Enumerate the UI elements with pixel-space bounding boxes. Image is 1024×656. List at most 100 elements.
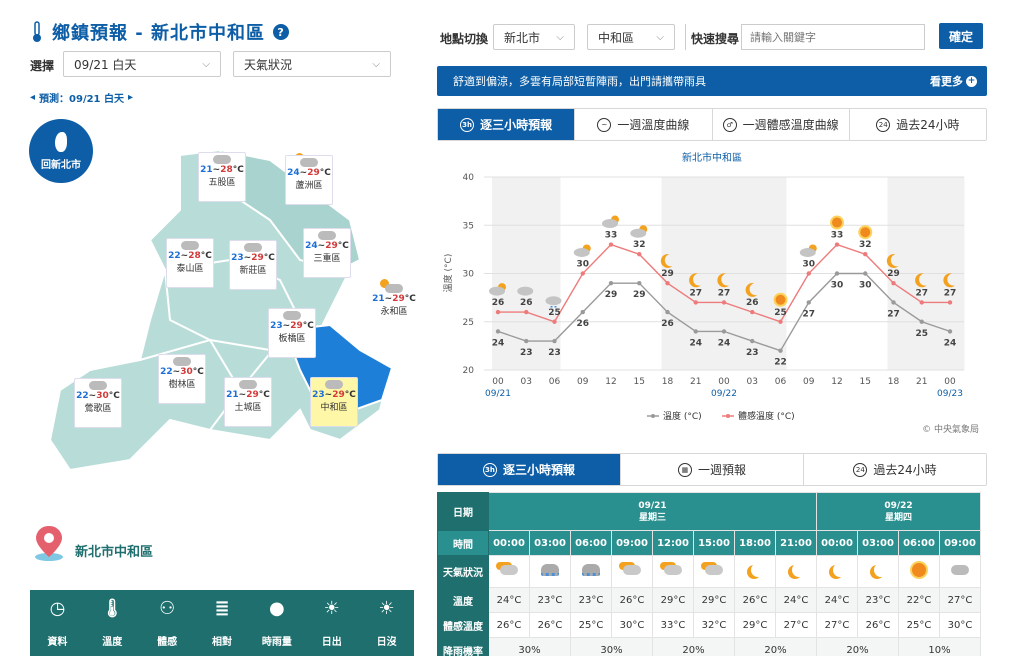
data-label: 27 <box>916 288 929 298</box>
chevron-down-icon: ⌵ <box>202 58 210 70</box>
x-tick-label: 12 <box>831 377 842 387</box>
temperature-chart: 新北市中和區 20 25 30 35 40 溫度 (°C) 00 03 06 09 12 15 18 21 0… <box>442 151 979 435</box>
weather-icon <box>792 563 806 577</box>
cloud-sun-icon <box>234 375 257 389</box>
page-title: 鄉鎮預報 - 新北市中和區 <box>52 23 266 44</box>
data-point <box>495 309 501 315</box>
cloud-sun-icon <box>208 150 231 164</box>
confirm-button[interactable]: 確定 <box>939 23 983 49</box>
tab-0[interactable]: 3h 逐三小時預報 <box>438 109 576 140</box>
district-select[interactable]: 中和區 ⌵ <box>587 24 675 50</box>
tab-3[interactable]: 24 過去24小時 <box>850 109 986 140</box>
3h-icon: 3h <box>460 117 475 132</box>
district-card[interactable]: 22~28°C 泰山區 <box>166 236 214 288</box>
table-cell: 23°C <box>570 587 612 613</box>
x-tick-label: 18 <box>888 377 900 387</box>
data-type-label: 日沒 <box>376 637 397 648</box>
tab-icon: 24 <box>853 462 868 477</box>
weather-icon <box>664 565 682 575</box>
tab-2[interactable]: ♂ 一週體感溫度曲線 <box>713 109 850 140</box>
data-type-cell[interactable]: 🌡 溫度 <box>85 590 140 656</box>
tab-label: 一週溫度曲線 <box>617 118 690 132</box>
district-temp: 23~29°C <box>231 253 275 263</box>
data-label: 26 <box>746 298 759 308</box>
x-tick-label: 21 <box>690 377 701 387</box>
data-label: 27 <box>887 309 900 319</box>
district-card[interactable]: 21~29°C 土城區 <box>224 375 272 427</box>
24h-icon: 24 <box>876 117 891 132</box>
district-card[interactable]: 22~30°C 鶯歌區 <box>74 376 122 428</box>
data-type-cell[interactable]: ☀ 日沒 <box>359 590 414 656</box>
data-type-cell[interactable]: ⚇ 體感 <box>140 590 195 656</box>
table-cell: 12:00 <box>652 530 694 556</box>
data-type-icon: ⚇ <box>159 598 176 619</box>
tab-0[interactable]: 3h 逐三小時預報 <box>438 454 621 485</box>
forecast-nav[interactable]: ◂ 預測：09/21 白天 ▸ <box>30 90 133 105</box>
cloud-icon <box>573 248 590 257</box>
y-tick-label: 35 <box>463 221 474 231</box>
help-icon[interactable]: ? <box>273 24 290 40</box>
table-cell: 29°C <box>652 587 694 613</box>
district-card[interactable]: 24~29°C 三重區 <box>303 226 351 278</box>
district-temp: 22~28°C <box>168 251 212 261</box>
next-icon[interactable]: ▸ <box>128 92 133 103</box>
data-point <box>750 309 755 315</box>
sun-icon <box>773 292 788 307</box>
back-to-city-button[interactable]: 回新北市 <box>29 119 93 183</box>
district-card[interactable]: 24~29°C 蘆洲區 <box>285 153 333 205</box>
data-type-cell[interactable]: ◷ 資料 <box>30 590 85 656</box>
cloud-sun-icon <box>168 352 191 366</box>
tab-1[interactable]: ▦ 一週預報 <box>621 454 804 485</box>
district-name: 土城區 <box>234 403 262 413</box>
x-date-label: 09/22 <box>711 389 737 399</box>
cloud-sun-icon <box>320 375 343 389</box>
tab-label: 過去24小時 <box>896 118 960 132</box>
district-card[interactable]: 22~30°C 樹林區 <box>158 352 206 404</box>
tab-2[interactable]: 24 過去24小時 <box>804 454 986 485</box>
table-cell: 09:00 <box>611 530 653 556</box>
prev-icon[interactable]: ◂ <box>30 92 35 103</box>
forecast-table-wrap[interactable]: 日期 09/21 星期三 09/22 星期四 時間 00:00 03:00 06:00 09:00… <box>437 492 987 656</box>
data-label: 23 <box>548 348 561 358</box>
tab-label: 一週預報 <box>697 463 746 477</box>
table-cell: 22°C <box>898 587 940 613</box>
x-tick-label: 18 <box>662 377 674 387</box>
plus-circle-icon: + <box>966 75 977 87</box>
table-cell <box>570 555 612 588</box>
table-cell: 29°C <box>734 612 776 638</box>
data-label: 22 <box>774 358 787 368</box>
district-card[interactable]: 23~29°C 新莊區 <box>229 238 277 290</box>
table-cell: 27°C <box>775 612 817 638</box>
data-point <box>834 271 840 276</box>
type-select[interactable]: 天氣狀況 ⌵ <box>233 51 391 77</box>
city-select[interactable]: 新北市 ⌵ <box>493 24 575 50</box>
district-name: 永和區 <box>380 307 408 317</box>
district-temp: 21~29°C <box>226 390 270 400</box>
page-title-row: 鄉鎮預報 - 新北市中和區 ? <box>30 18 290 46</box>
data-type-label: 日出 <box>321 637 342 648</box>
data-type-cell[interactable]: ☀ 日出 <box>304 590 359 656</box>
district-card[interactable]: 23~29°C 板橋區 <box>268 306 316 358</box>
district-card[interactable]: 21~28°C 五股區 <box>198 150 246 202</box>
data-type-cell[interactable]: ≣ 相對 <box>195 590 250 656</box>
data-label: 29 <box>605 290 618 300</box>
data-label: 24 <box>492 338 505 348</box>
period-select[interactable]: 09/21 白天 ⌵ <box>63 51 221 77</box>
data-point <box>693 300 698 305</box>
data-type-cell[interactable]: ● 時雨量 <box>249 590 304 656</box>
x-tick-label: 15 <box>860 377 871 387</box>
tab-1[interactable]: ~ 一週溫度曲線 <box>575 109 713 140</box>
cloud-sun-icon <box>295 153 318 167</box>
district-card[interactable]: 21~29°C 永和區 <box>370 279 418 332</box>
x-tick-label: 03 <box>521 377 532 387</box>
see-more-link[interactable]: 看更多 + <box>930 73 977 89</box>
search-input[interactable] <box>741 24 925 50</box>
legend-marker <box>651 414 655 418</box>
district-card[interactable]: 23~29°C 中和區 <box>310 375 358 427</box>
district-name: 中和區 <box>320 403 348 413</box>
data-point <box>665 309 670 315</box>
table-cell: 23°C <box>857 587 899 613</box>
x-tick-label: 12 <box>605 377 616 387</box>
period-select-value: 09/21 白天 <box>74 57 137 72</box>
cloud-icon <box>630 228 647 238</box>
